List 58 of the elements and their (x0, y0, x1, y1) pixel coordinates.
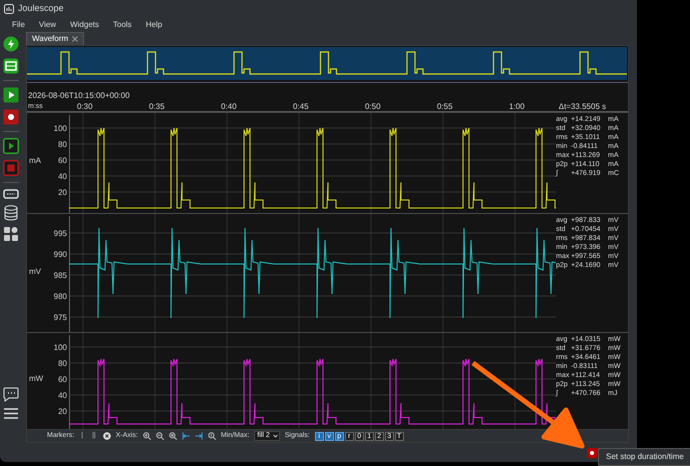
axis-tick-label: 40 (58, 391, 67, 400)
delta-time: Δt=33.5505 s (558, 101, 606, 112)
axis-tick-label: 975 (54, 313, 67, 322)
axis-label: mW (29, 374, 44, 384)
lightning-icon[interactable] (3, 36, 19, 52)
app-logo-icon (4, 4, 14, 14)
close-icon[interactable] (72, 36, 78, 42)
chat-icon[interactable] (3, 387, 19, 402)
play-icon[interactable] (3, 138, 19, 154)
axis-tick-label: 100 (54, 343, 67, 352)
axis-tick-label: 60 (58, 375, 67, 384)
axis-tick-label: 80 (58, 140, 67, 150)
axis-tick-label: 0:45 (293, 101, 309, 112)
tab[interactable]: Waveform (26, 32, 84, 46)
axis-tick-label: 20 (58, 407, 67, 416)
tooltip: Set stop duration/time (598, 448, 690, 466)
zoom-out-icon[interactable] (156, 432, 164, 440)
menu-item[interactable]: Widgets (64, 18, 105, 30)
axis-tick-label: 1:00 (509, 101, 525, 112)
axis-tick-label: 0:55 (437, 101, 453, 112)
axis-label: mV (29, 267, 41, 276)
menu-item[interactable]: View (32, 18, 62, 30)
database-icon[interactable] (4, 205, 18, 221)
axis-tick-label: 0:40 (221, 101, 237, 112)
axis-tick-label: 980 (54, 292, 67, 302)
zoom-in-icon[interactable] (142, 432, 151, 440)
axis-tick-label: 0:50 (365, 101, 381, 112)
widgets-icon[interactable] (4, 227, 18, 241)
menu-item[interactable]: Help (140, 18, 168, 30)
record-icon[interactable] (3, 109, 19, 125)
clear-icon[interactable] (102, 432, 111, 440)
zoom-icon[interactable] (208, 432, 216, 440)
axis-tick-label: 100 (54, 124, 67, 134)
window-title: Joulescope (18, 2, 64, 15)
stop-icon[interactable] (3, 160, 19, 176)
axis-tick-label: 985 (54, 271, 67, 280)
record-icon[interactable] (587, 448, 597, 458)
play-icon[interactable] (3, 87, 19, 103)
axis-tick-label: 80 (58, 359, 67, 368)
axis-tick-label: 995 (54, 229, 67, 238)
axis-tick-label: 40 (58, 172, 67, 182)
axis-tick-label: 20 (58, 188, 67, 198)
jump-start-icon[interactable] (182, 432, 190, 440)
axis-tick-label: 0:35 (149, 101, 165, 112)
menu-icon[interactable] (4, 408, 18, 419)
axis-tick-label: 990 (54, 250, 67, 260)
timestamp: 2026-08-06T10:15:00+00:00 (27, 91, 131, 102)
zoom-fit-icon[interactable] (168, 432, 177, 440)
overview-waveform[interactable] (27, 47, 627, 80)
jump-end-icon[interactable] (194, 432, 203, 440)
menu-item[interactable]: Tools (107, 18, 138, 30)
device-icon[interactable] (3, 189, 19, 199)
axis-label: mA (29, 156, 41, 166)
caret-icon[interactable] (272, 432, 279, 440)
menu-item[interactable]: File (6, 18, 31, 30)
axis-tick-label: 0:30 (77, 101, 93, 112)
panel-icon[interactable] (3, 58, 19, 74)
axis-tick-label: 60 (58, 156, 67, 166)
